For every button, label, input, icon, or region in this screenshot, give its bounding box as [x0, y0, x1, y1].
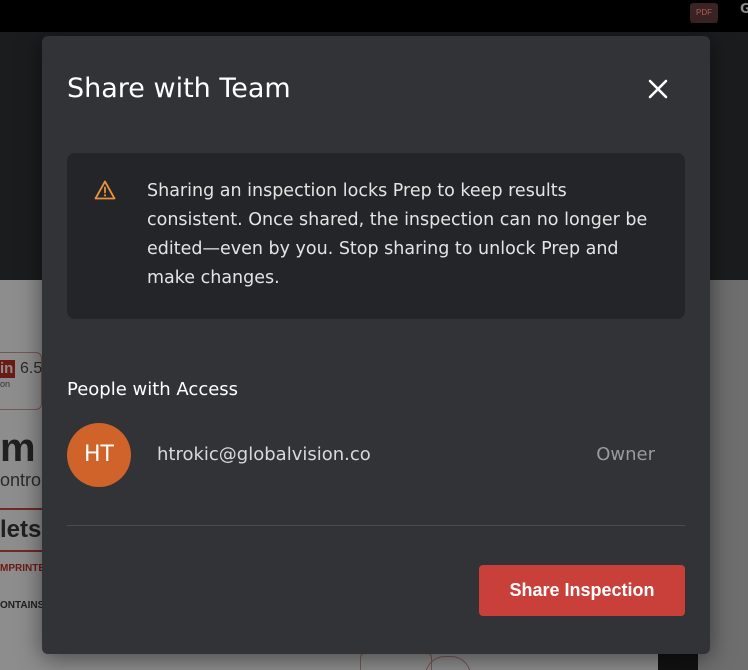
- sharing-warning-notice: Sharing an inspection locks Prep to keep…: [67, 153, 685, 319]
- warning-triangle-icon: [94, 180, 116, 200]
- avatar: HT: [67, 423, 131, 487]
- doc-contains-text: ONTAINS:: [0, 600, 48, 611]
- pdf-file-icon[interactable]: PDF: [690, 3, 718, 23]
- doc-product-text: lets: [0, 516, 42, 543]
- share-with-team-dialog: Share with Team Sharing an inspection lo…: [42, 36, 710, 654]
- dialog-title: Share with Team: [67, 73, 291, 104]
- doc-logo: in: [0, 360, 15, 378]
- people-with-access-heading: People with Access: [67, 379, 239, 400]
- doc-small-text: on: [0, 379, 11, 389]
- doc-imprint-text: MPRINTE: [0, 563, 45, 574]
- warning-message: Sharing an inspection locks Prep to keep…: [147, 181, 648, 288]
- topbar-truncated-label: G: [740, 2, 748, 17]
- person-email: htrokic@globalvision.co: [157, 444, 371, 465]
- close-button[interactable]: [643, 74, 673, 104]
- doc-subheading-text: ontrol: [0, 470, 46, 490]
- person-role: Owner: [596, 444, 655, 465]
- doc-shape-outline: [360, 652, 432, 670]
- access-list-item: HT htrokic@globalvision.co Owner: [67, 423, 685, 487]
- divider: [67, 525, 685, 526]
- doc-heading-text: m: [0, 426, 36, 470]
- share-inspection-button[interactable]: Share Inspection: [479, 565, 685, 616]
- close-icon: [648, 79, 668, 99]
- app-topbar: PDF G: [0, 0, 748, 32]
- doc-version-text: 6.5: [20, 360, 43, 377]
